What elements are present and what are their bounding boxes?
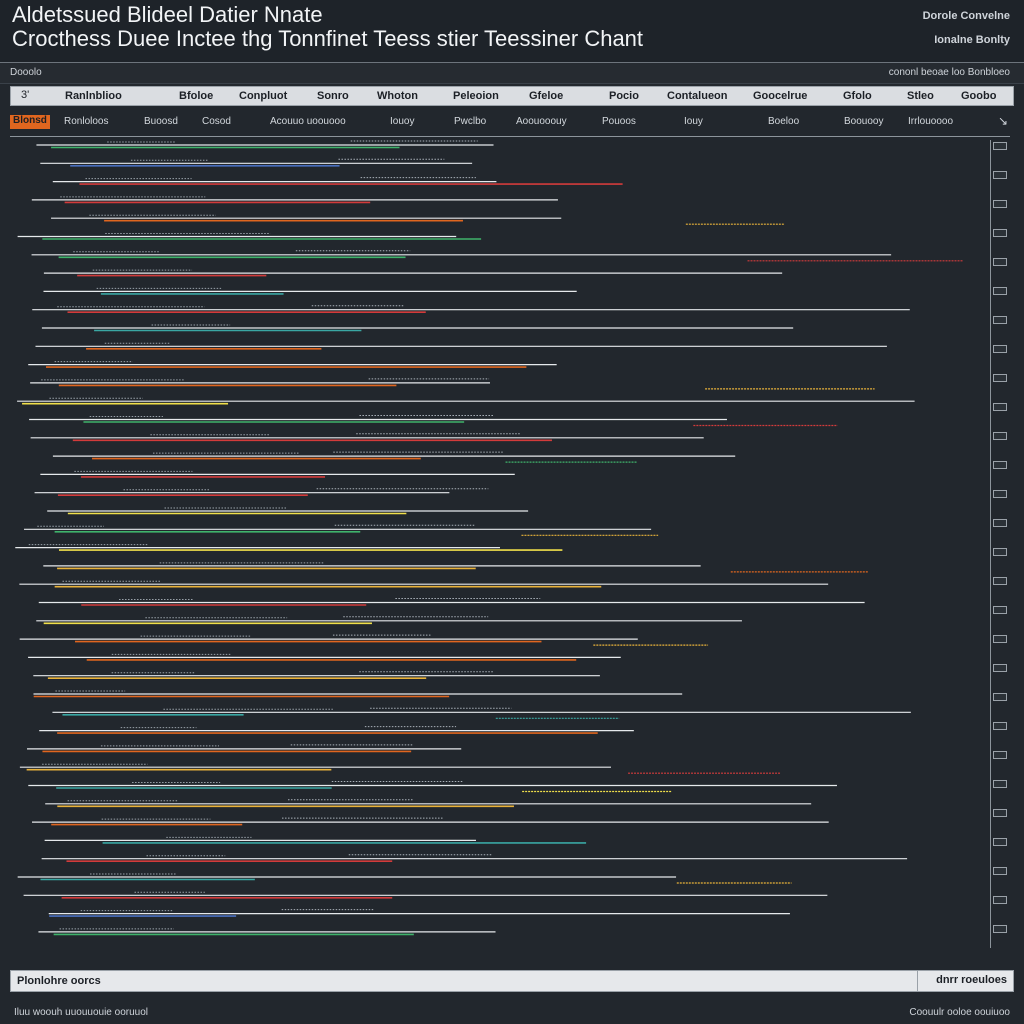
status-meta: Coouulr ooloe oouiuoo <box>909 1007 1010 1018</box>
filter-label[interactable]: Buoosd <box>144 116 178 127</box>
collapse-toggle[interactable]: 3' <box>21 89 29 101</box>
column-header[interactable]: Goobo <box>961 90 996 102</box>
scroll-marker[interactable] <box>993 867 1007 875</box>
scroll-marker[interactable] <box>993 461 1007 469</box>
scroll-marker[interactable] <box>993 693 1007 701</box>
status-bar: Iluu woouh uuouuouie ooruuol Coouulr ool… <box>0 1004 1024 1024</box>
filter-label[interactable]: Aoouooouy <box>516 116 567 127</box>
column-header[interactable]: Ranlnblioo <box>65 90 122 102</box>
sub-toolbar-label[interactable]: Dooolo <box>10 67 42 78</box>
scroll-marker[interactable] <box>993 229 1007 237</box>
scroll-marker[interactable] <box>993 258 1007 266</box>
scroll-marker[interactable] <box>993 664 1007 672</box>
timeline-chart <box>10 136 1010 950</box>
scroll-marker[interactable] <box>993 171 1007 179</box>
filter-label[interactable]: Boouooy <box>844 116 883 127</box>
column-header[interactable]: Stleo <box>907 90 934 102</box>
footer-label[interactable]: Plonlohre oorcs <box>17 975 101 987</box>
page-subtitle: Crocthess Duee Inctee thg Tonnfinet Tees… <box>12 26 644 51</box>
scroll-marker[interactable] <box>993 838 1007 846</box>
filter-label[interactable]: Pouoos <box>602 116 636 127</box>
column-header[interactable]: Sonro <box>317 90 349 102</box>
column-header[interactable]: Gfolo <box>843 90 872 102</box>
sub-toolbar: Dooolo cononl beoae loo Bonbloeo <box>0 62 1024 84</box>
filter-label[interactable]: Ronloloos <box>64 116 108 127</box>
header-meta-2[interactable]: Ionalne Bonlty <box>934 34 1010 46</box>
column-header[interactable]: Contalueon <box>667 90 728 102</box>
footer-bar: Plonlohre oorcs dnrr roeuloes <box>10 970 1014 992</box>
scroll-marker[interactable] <box>993 490 1007 498</box>
vertical-scrollbar[interactable] <box>990 140 1010 948</box>
filter-label[interactable]: Iouoy <box>390 116 414 127</box>
column-header[interactable]: Whoton <box>377 90 418 102</box>
column-header-row: 3' Ranlnblioo Bfoloe Conpluot Sonro Whot… <box>10 86 1014 106</box>
filter-row: Blonsd Ronloloos Buoosd Cosod Acouuo uoo… <box>10 112 1014 134</box>
column-header[interactable]: Goocelrue <box>753 90 807 102</box>
scroll-marker[interactable] <box>993 751 1007 759</box>
column-header[interactable]: Gfeloe <box>529 90 563 102</box>
timeline-svg <box>15 140 964 936</box>
scroll-marker[interactable] <box>993 722 1007 730</box>
scroll-marker[interactable] <box>993 548 1007 556</box>
column-header[interactable]: Peleoion <box>453 90 499 102</box>
filter-label[interactable]: Pwclbo <box>454 116 486 127</box>
scroll-marker[interactable] <box>993 519 1007 527</box>
filter-label[interactable]: Irrlouoooo <box>908 116 953 127</box>
active-filter-tag[interactable]: Blonsd <box>10 115 50 129</box>
scroll-marker[interactable] <box>993 809 1007 817</box>
column-header[interactable]: Pocio <box>609 90 639 102</box>
column-header[interactable]: Bfoloe <box>179 90 213 102</box>
header: Aldetssued Blideel Datier Nnate Crocthes… <box>0 0 1024 62</box>
scroll-marker[interactable] <box>993 200 1007 208</box>
scroll-marker[interactable] <box>993 142 1007 150</box>
scroll-marker[interactable] <box>993 432 1007 440</box>
pin-icon[interactable]: ↘ <box>998 114 1008 128</box>
page-title: Aldetssued Blideel Datier Nnate <box>12 2 323 27</box>
scroll-marker[interactable] <box>993 635 1007 643</box>
sub-toolbar-right[interactable]: cononl beoae loo Bonbloeo <box>889 67 1010 78</box>
scroll-marker[interactable] <box>993 577 1007 585</box>
status-text: Iluu woouh uuouuouie ooruuol <box>14 1007 148 1018</box>
filter-label[interactable]: Acouuo uoouooo <box>270 116 346 127</box>
scroll-marker[interactable] <box>993 606 1007 614</box>
scroll-marker[interactable] <box>993 403 1007 411</box>
scroll-marker[interactable] <box>993 896 1007 904</box>
scroll-marker[interactable] <box>993 345 1007 353</box>
header-meta-1[interactable]: Dorole Convelne <box>923 10 1010 22</box>
column-header[interactable]: Conpluot <box>239 90 287 102</box>
scroll-marker[interactable] <box>993 316 1007 324</box>
scroll-marker[interactable] <box>993 374 1007 382</box>
filter-label[interactable]: Iouy <box>684 116 703 127</box>
footer-action-button[interactable]: dnrr roeuloes <box>917 971 1013 991</box>
scroll-marker[interactable] <box>993 925 1007 933</box>
filter-label[interactable]: Cosod <box>202 116 231 127</box>
scroll-marker[interactable] <box>993 287 1007 295</box>
scroll-marker[interactable] <box>993 780 1007 788</box>
filter-label[interactable]: Boeloo <box>768 116 799 127</box>
